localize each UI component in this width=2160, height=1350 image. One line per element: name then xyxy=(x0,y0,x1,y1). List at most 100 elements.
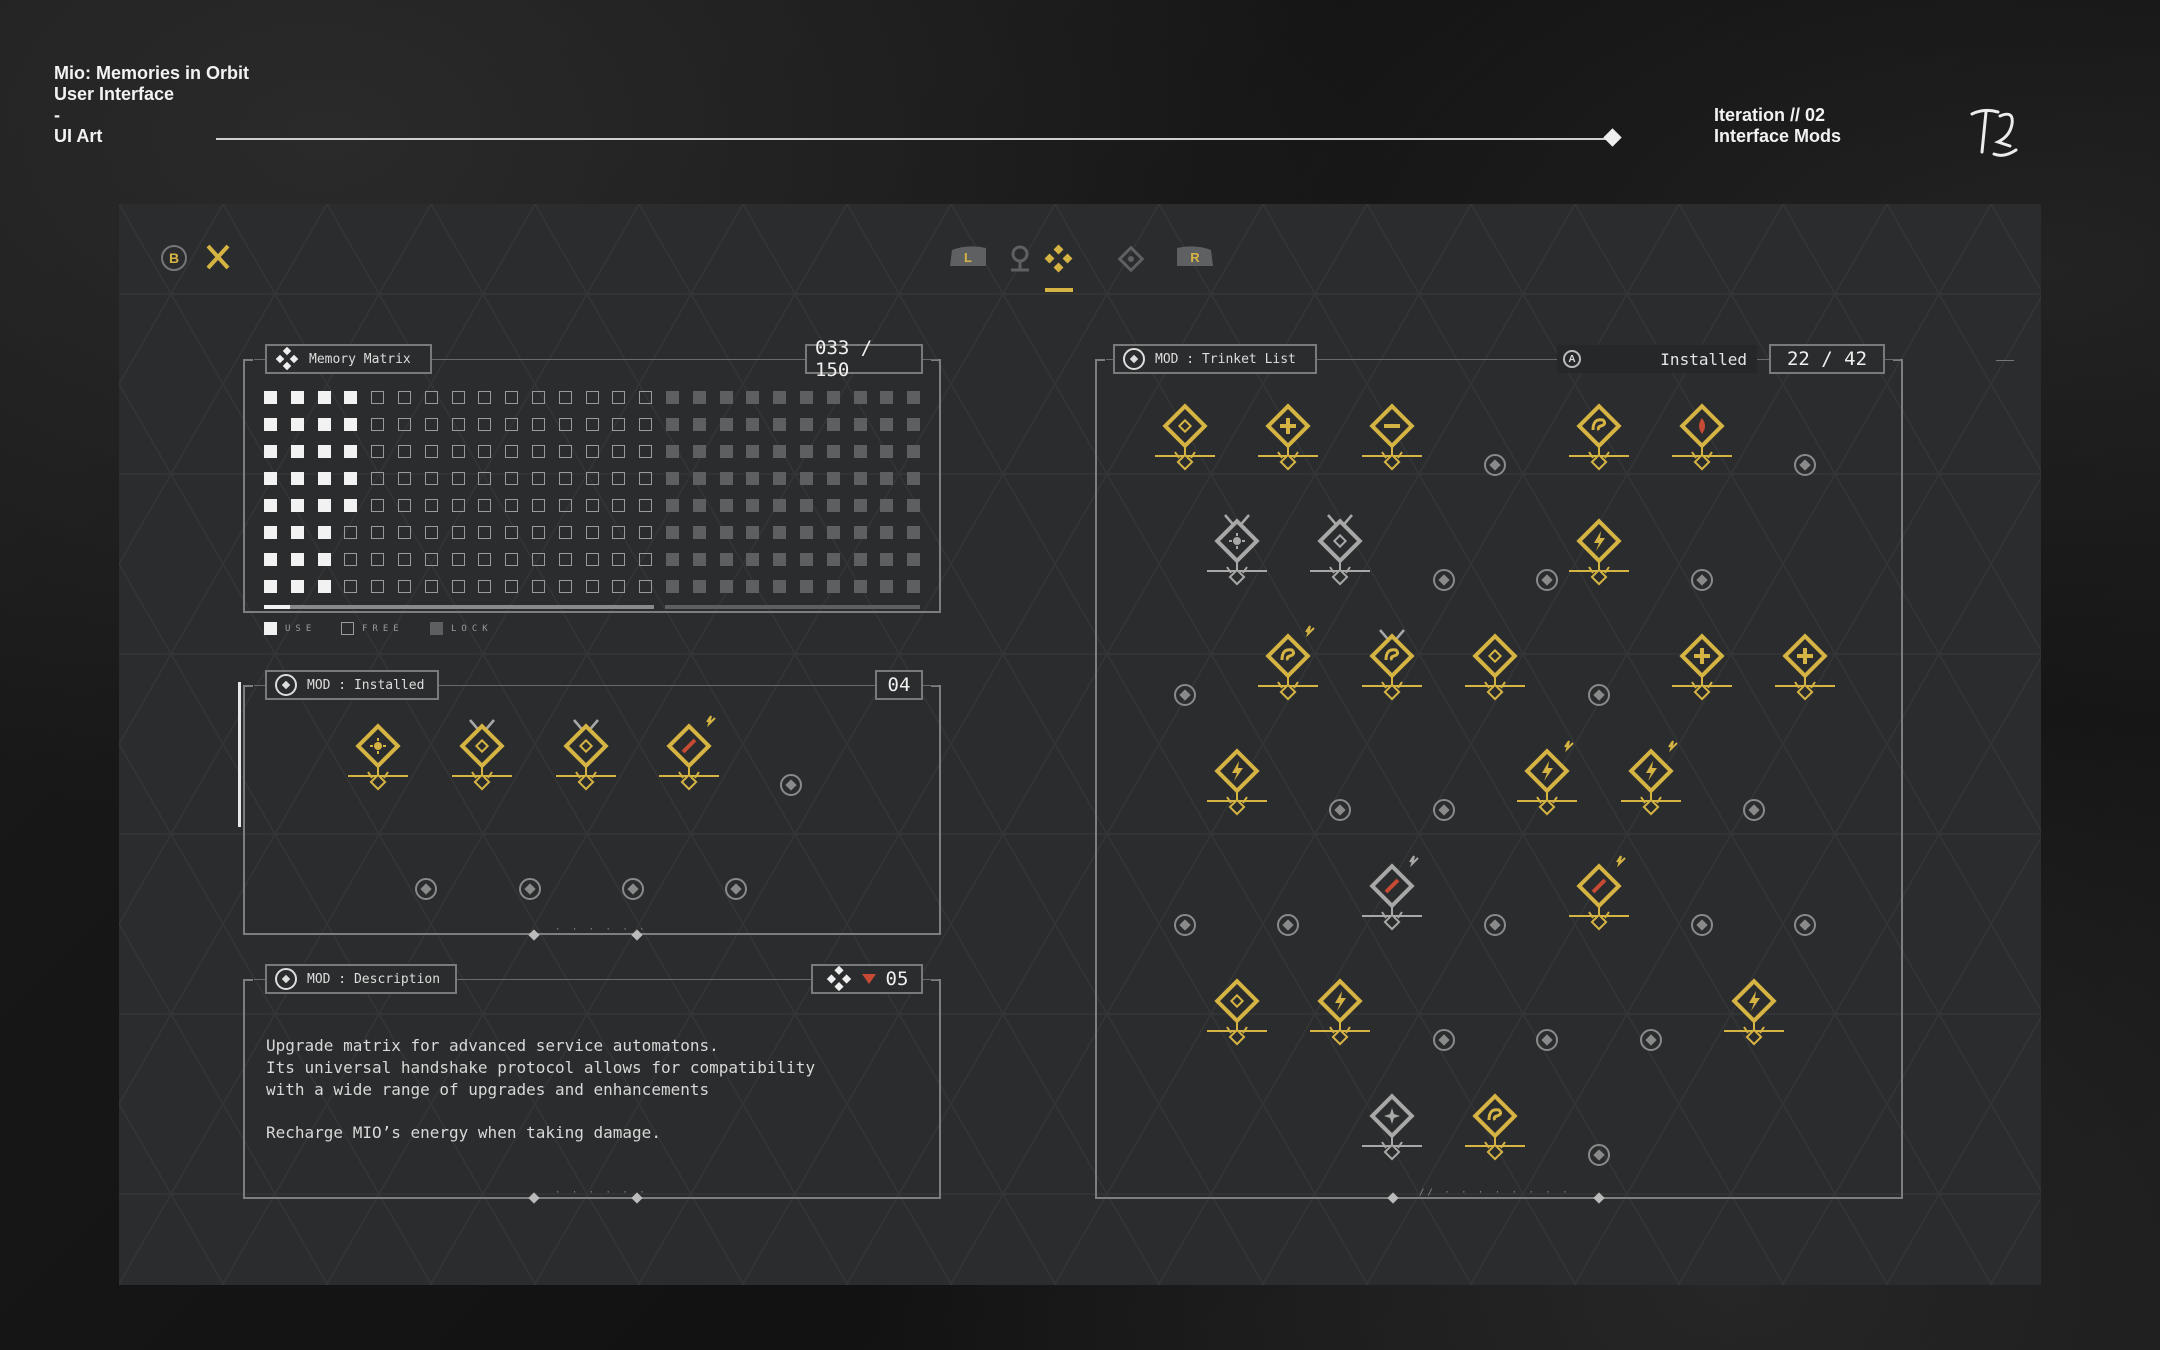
empty-mod-slot[interactable] xyxy=(519,878,541,900)
memory-cell xyxy=(773,391,787,404)
tab-shoulder-right[interactable]: R xyxy=(1175,244,1215,273)
memory-cell xyxy=(290,472,304,485)
tab-memories[interactable] xyxy=(1116,244,1146,279)
mods-icon xyxy=(1044,244,1073,273)
empty-mod-slot[interactable] xyxy=(1640,1029,1662,1051)
trinket-slash-icon[interactable] xyxy=(1559,854,1639,944)
trinket-bolt-icon[interactable] xyxy=(1197,739,1277,829)
mod-crossed-diamond-icon[interactable] xyxy=(546,714,626,804)
trinket-plus-icon[interactable] xyxy=(1662,624,1742,714)
empty-mod-slot[interactable] xyxy=(1484,454,1506,476)
tab-map[interactable] xyxy=(1007,244,1033,279)
trinket-plus-icon[interactable] xyxy=(1248,394,1328,484)
trinket-default-icon[interactable] xyxy=(1145,394,1225,484)
legend-use: USE xyxy=(264,622,316,635)
installed-scroll-indicator[interactable] xyxy=(238,682,241,827)
tab-shoulder-left[interactable]: L xyxy=(948,244,988,273)
memory-cell xyxy=(532,499,545,512)
empty-mod-slot[interactable] xyxy=(725,878,747,900)
trinket-swirl-icon[interactable] xyxy=(1559,394,1639,484)
memory-cell xyxy=(773,445,787,458)
memory-cell xyxy=(398,418,411,431)
memory-cell xyxy=(880,391,894,404)
trinket-star-icon[interactable] xyxy=(1352,1084,1432,1174)
close-icon[interactable] xyxy=(204,242,232,272)
filter-selector[interactable]: A Installed xyxy=(1557,345,1757,373)
empty-mod-slot[interactable] xyxy=(1588,1144,1610,1166)
trinket-bolt-icon[interactable] xyxy=(1611,739,1691,829)
map-pin-icon xyxy=(1011,245,1029,272)
mod-crossed-icon[interactable] xyxy=(442,714,522,804)
memory-cell xyxy=(585,553,599,566)
trinket-bolt-icon[interactable] xyxy=(1559,509,1639,599)
empty-mod-slot[interactable] xyxy=(1433,799,1455,821)
empty-mod-slot[interactable] xyxy=(1536,569,1558,591)
tab-mods[interactable] xyxy=(1043,244,1075,279)
trinket-drop-icon[interactable] xyxy=(1662,394,1742,484)
trinket-bolt-icon[interactable] xyxy=(1714,969,1794,1059)
description-text-line: Its universal handshake protocol allows … xyxy=(266,1058,816,1077)
memory-cell xyxy=(746,553,760,566)
memory-cell xyxy=(719,499,733,512)
memory-cell xyxy=(639,580,653,593)
installed-title: MOD : Installed xyxy=(307,677,425,693)
memory-cell xyxy=(451,445,465,458)
memory-cell xyxy=(424,526,438,539)
memory-cell xyxy=(907,418,921,431)
trinket-bolt-icon[interactable] xyxy=(1507,739,1587,829)
memory-cell xyxy=(880,580,894,593)
memory-cell xyxy=(826,553,840,566)
memory-cell xyxy=(746,445,760,458)
legend-swatch-use xyxy=(264,622,277,635)
memory-cell xyxy=(344,391,358,404)
memory-cell xyxy=(746,418,760,431)
memory-cell xyxy=(773,472,787,485)
memory-cell xyxy=(371,553,385,566)
mod-charge-icon[interactable] xyxy=(649,714,729,804)
trinket-bolt-icon[interactable] xyxy=(1300,969,1380,1059)
memory-cell xyxy=(800,391,813,404)
empty-mod-slot[interactable] xyxy=(1174,684,1196,706)
empty-mod-slot[interactable] xyxy=(1743,799,1765,821)
trinket-swirl-icon[interactable] xyxy=(1248,624,1328,714)
header-divider xyxy=(216,138,1612,140)
empty-mod-slot[interactable] xyxy=(1691,569,1713,591)
memory-cell xyxy=(773,553,787,566)
trinket-swirl-icon[interactable] xyxy=(1352,624,1432,714)
trinket-sun-icon[interactable] xyxy=(1197,509,1277,599)
memory-cell xyxy=(317,418,331,431)
empty-mod-slot[interactable] xyxy=(1433,1029,1455,1051)
empty-mod-slot[interactable] xyxy=(1277,914,1299,936)
trinket-default-icon[interactable] xyxy=(1455,624,1535,714)
memory-cell xyxy=(639,499,653,512)
empty-mod-slot[interactable] xyxy=(1433,569,1455,591)
empty-mod-slot[interactable] xyxy=(1794,454,1816,476)
memory-cell xyxy=(639,391,653,404)
trinket-default-icon[interactable] xyxy=(1197,969,1277,1059)
memory-cell xyxy=(639,445,653,458)
back-button[interactable]: B xyxy=(161,245,187,271)
empty-mod-slot[interactable] xyxy=(1588,684,1610,706)
empty-mod-slot[interactable] xyxy=(1484,914,1506,936)
memory-cell xyxy=(398,580,411,593)
trinket-swirl-icon[interactable] xyxy=(1455,1084,1535,1174)
mod-sunburst-icon[interactable] xyxy=(338,714,418,804)
mod-chip-icon xyxy=(1123,348,1145,370)
memory-diamond-icon xyxy=(1117,245,1145,273)
memory-cell xyxy=(478,580,492,593)
empty-mod-slot[interactable] xyxy=(780,774,802,796)
empty-mod-slot[interactable] xyxy=(622,878,644,900)
empty-mod-slot[interactable] xyxy=(1329,799,1351,821)
memory-cell xyxy=(639,553,653,566)
trinket-slash-icon[interactable] xyxy=(1352,854,1432,944)
memory-cell xyxy=(853,526,867,539)
empty-mod-slot[interactable] xyxy=(1794,914,1816,936)
trinket-default-icon[interactable] xyxy=(1300,509,1380,599)
empty-mod-slot[interactable] xyxy=(1691,914,1713,936)
empty-mod-slot[interactable] xyxy=(1536,1029,1558,1051)
trinket-minus-icon[interactable] xyxy=(1352,394,1432,484)
empty-mod-slot[interactable] xyxy=(415,878,437,900)
memory-cell xyxy=(853,418,867,431)
trinket-plus-icon[interactable] xyxy=(1765,624,1845,714)
empty-mod-slot[interactable] xyxy=(1174,914,1196,936)
